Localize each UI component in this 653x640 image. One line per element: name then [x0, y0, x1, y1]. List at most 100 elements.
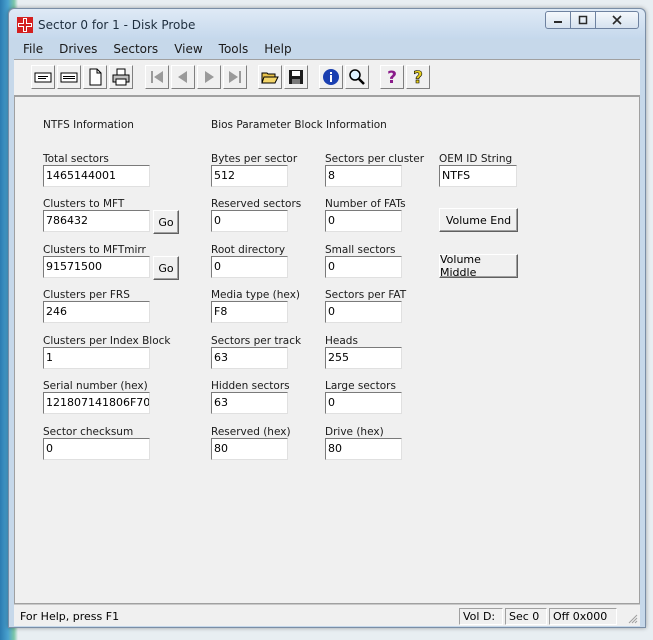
- clusters-to-mftmirr-label: Clusters to MFTmirr: [43, 244, 146, 256]
- reserved-sectors-label: Reserved sectors: [211, 198, 302, 210]
- clusters-to-mft-field[interactable]: 786432: [43, 210, 150, 232]
- drive-hex-label: Drive (hex): [325, 426, 384, 438]
- sectors-per-fat-field[interactable]: 0: [325, 301, 402, 323]
- go-mft-button[interactable]: Go: [153, 210, 179, 234]
- svg-text:?: ?: [387, 68, 397, 86]
- media-type-field[interactable]: F8: [211, 301, 288, 323]
- disk-probe-window: Sector 0 for 1 - Disk Probe File Drives …: [8, 8, 646, 628]
- volume-middle-button[interactable]: Volume Middle: [439, 253, 518, 279]
- small-sectors-label: Small sectors: [325, 244, 396, 256]
- volume-end-button[interactable]: Volume End: [439, 208, 518, 232]
- total-sectors-label: Total sectors: [43, 153, 109, 165]
- toolbar: ? ?: [14, 59, 640, 96]
- help-button[interactable]: ?: [380, 65, 404, 89]
- sectors-per-fat-label: Sectors per FAT: [325, 289, 407, 301]
- menu-tools[interactable]: Tools: [211, 42, 257, 56]
- sectors-per-cluster-field[interactable]: 8: [325, 165, 402, 187]
- menu-sectors[interactable]: Sectors: [105, 42, 166, 56]
- media-type-label: Media type (hex): [211, 289, 301, 301]
- number-of-fats-field[interactable]: 0: [325, 210, 402, 232]
- menu-view[interactable]: View: [166, 42, 210, 56]
- next-sector-button[interactable]: [197, 65, 221, 89]
- large-sectors-label: Large sectors: [325, 380, 396, 392]
- window-controls: [545, 11, 639, 29]
- reserved-sectors-field[interactable]: 0: [211, 210, 288, 232]
- first-sector-icon: [151, 71, 163, 83]
- drive-hex-field[interactable]: 80: [325, 438, 402, 460]
- previous-sector-button[interactable]: [171, 65, 195, 89]
- resize-grip-icon[interactable]: [626, 612, 638, 624]
- last-sector-button[interactable]: [223, 65, 247, 89]
- menu-bar: File Drives Sectors View Tools Help: [14, 39, 640, 59]
- new-page-icon: [89, 68, 102, 86]
- status-volume: Vol D:: [459, 608, 503, 625]
- sector-info-panel: NTFS Information Bios Parameter Block In…: [14, 96, 640, 604]
- number-of-fats-label: Number of FATs: [325, 198, 406, 210]
- window-title: Sector 0 for 1 - Disk Probe: [38, 18, 196, 32]
- sector-checksum-label: Sector checksum: [43, 426, 134, 438]
- new-page-button[interactable]: [83, 65, 107, 89]
- clusters-per-frs-label: Clusters per FRS: [43, 289, 130, 301]
- sectors-per-track-field[interactable]: 63: [211, 347, 288, 369]
- oem-id-label: OEM ID String: [439, 153, 513, 165]
- read-sector-button[interactable]: [31, 65, 55, 89]
- maximize-button[interactable]: [570, 11, 596, 29]
- magnifier-icon: [349, 69, 365, 85]
- print-button[interactable]: [109, 65, 133, 89]
- bytes-per-sector-label: Bytes per sector: [211, 153, 298, 165]
- help-icon: ?: [387, 68, 397, 86]
- maximize-icon: [578, 15, 588, 25]
- clusters-per-index-block-label: Clusters per Index Block: [43, 335, 171, 347]
- bpb-section-heading: Bios Parameter Block Information: [211, 119, 387, 131]
- status-bar: For Help, press F1 Vol D: Sec 0 Off 0x00…: [14, 604, 640, 626]
- minimize-button[interactable]: [545, 11, 571, 29]
- heads-field[interactable]: 255: [325, 347, 402, 369]
- menu-help[interactable]: Help: [256, 42, 299, 56]
- clusters-to-mftmirr-field[interactable]: 91571500: [43, 256, 150, 278]
- svg-text:?: ?: [413, 68, 423, 86]
- status-help-text: For Help, press F1: [20, 610, 120, 623]
- large-sectors-field[interactable]: 0: [325, 392, 402, 414]
- clusters-per-index-block-field[interactable]: 1: [43, 347, 150, 369]
- serial-number-label: Serial number (hex): [43, 380, 148, 392]
- open-button[interactable]: [258, 65, 282, 89]
- save-button[interactable]: [284, 65, 308, 89]
- go-mftmirr-button[interactable]: Go: [153, 256, 179, 280]
- root-directory-field[interactable]: 0: [211, 256, 288, 278]
- context-help-button[interactable]: ?: [406, 65, 430, 89]
- sectors-per-cluster-label: Sectors per cluster: [325, 153, 425, 165]
- menu-drives[interactable]: Drives: [51, 42, 105, 56]
- clusters-per-frs-field[interactable]: 246: [43, 301, 150, 323]
- write-sector-icon: [60, 72, 78, 83]
- serial-number-field[interactable]: 121807141806F70F: [43, 392, 150, 414]
- title-bar[interactable]: Sector 0 for 1 - Disk Probe: [9, 9, 645, 39]
- hidden-sectors-field[interactable]: 63: [211, 392, 288, 414]
- sector-checksum-field[interactable]: 0: [43, 438, 150, 460]
- reserved-hex-field[interactable]: 80: [211, 438, 288, 460]
- ntfs-section-heading: NTFS Information: [43, 119, 134, 131]
- info-button[interactable]: [319, 65, 343, 89]
- open-folder-icon: [261, 72, 279, 84]
- root-directory-label: Root directory: [211, 244, 286, 256]
- status-offset: Off 0x000: [549, 608, 617, 625]
- status-sector: Sec 0: [505, 608, 547, 625]
- context-help-icon: ?: [413, 68, 423, 86]
- write-sector-button[interactable]: [57, 65, 81, 89]
- first-sector-button[interactable]: [145, 65, 169, 89]
- total-sectors-field[interactable]: 1465144001: [43, 165, 150, 187]
- oem-id-field[interactable]: NTFS: [439, 165, 517, 187]
- clusters-to-mft-label: Clusters to MFT: [43, 198, 125, 210]
- small-sectors-field[interactable]: 0: [325, 256, 402, 278]
- close-icon: [612, 15, 622, 25]
- bytes-per-sector-field[interactable]: 512: [211, 165, 288, 187]
- menu-file[interactable]: File: [14, 42, 51, 56]
- red-cross-app-icon: [17, 17, 33, 33]
- minimize-icon: [554, 21, 562, 23]
- heads-label: Heads: [325, 335, 358, 347]
- close-button[interactable]: [595, 11, 639, 29]
- next-sector-icon: [205, 71, 214, 83]
- read-sector-icon: [34, 72, 52, 83]
- sectors-per-track-label: Sectors per track: [211, 335, 302, 347]
- reserved-hex-label: Reserved (hex): [211, 426, 291, 438]
- search-button[interactable]: [345, 65, 369, 89]
